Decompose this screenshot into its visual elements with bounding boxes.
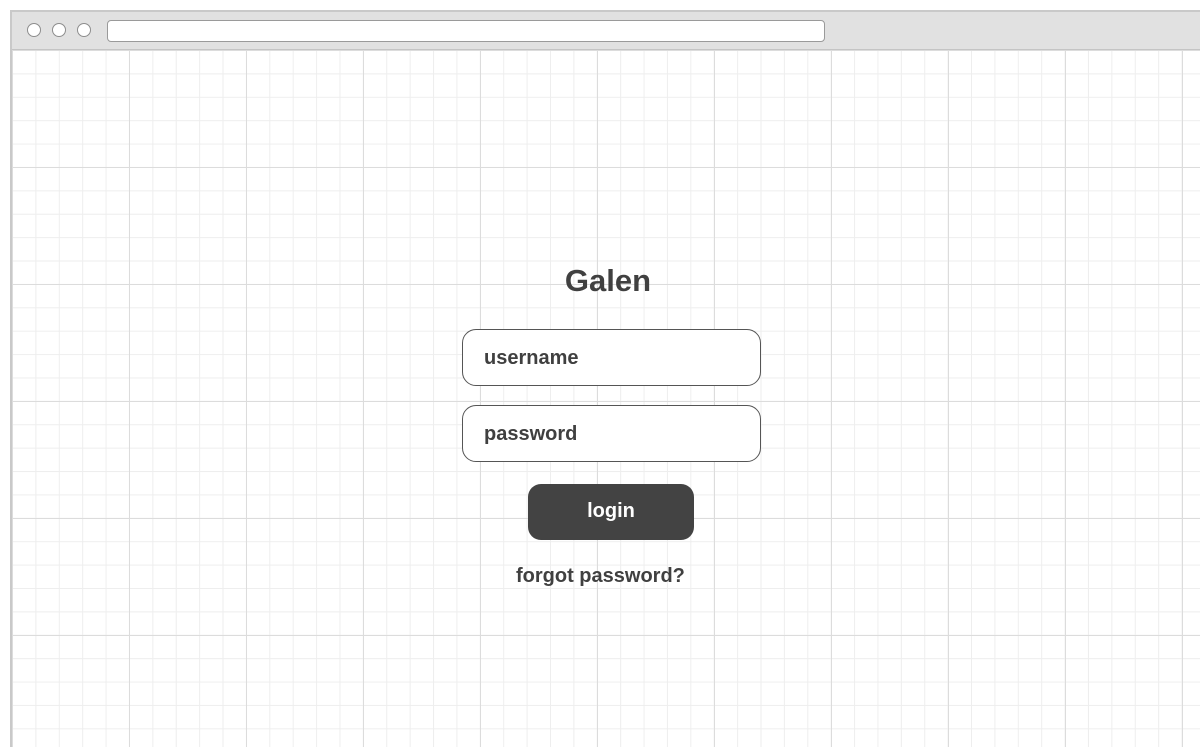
username-placeholder: username	[484, 347, 579, 369]
forgot-password-link[interactable]: forgot password?	[516, 565, 685, 588]
app-title: Galen	[564, 263, 652, 298]
password-field[interactable]: password	[462, 405, 761, 462]
window-maximize-button[interactable]	[77, 23, 91, 37]
login-button[interactable]: login	[528, 484, 694, 540]
password-placeholder: password	[484, 423, 578, 445]
page-content: Galen username password login forgot pas…	[12, 50, 1200, 747]
browser-window: Galen username password login forgot pas…	[10, 10, 1200, 747]
address-bar[interactable]	[107, 20, 825, 42]
login-container-title: Galen	[12, 263, 1200, 299]
window-close-button[interactable]	[27, 23, 41, 37]
browser-titlebar	[12, 12, 1200, 50]
username-field[interactable]: username	[462, 329, 761, 386]
window-minimize-button[interactable]	[52, 23, 66, 37]
